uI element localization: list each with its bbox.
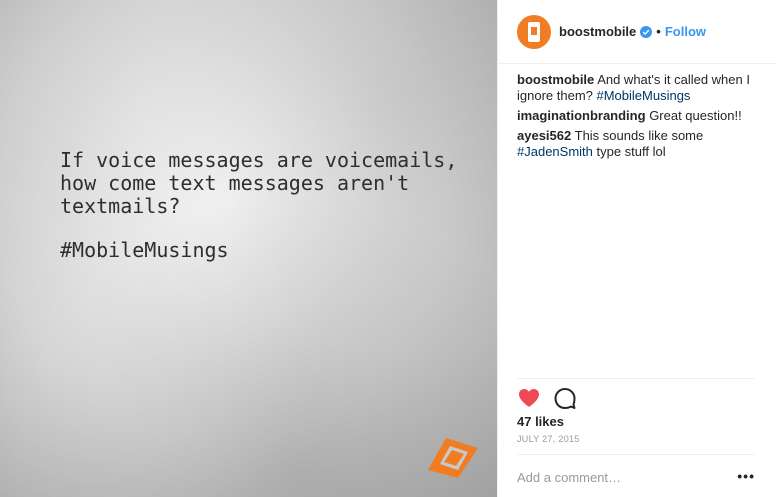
post-header: boostmobile • Follow: [498, 0, 776, 64]
separator-dot: •: [656, 24, 661, 39]
verified-badge-icon: [640, 25, 653, 38]
comments-list: boostmobile And what's it called when I …: [517, 72, 762, 164]
comment-item: boostmobile And what's it called when I …: [517, 72, 762, 104]
comment-author-link[interactable]: ayesi562: [517, 128, 571, 143]
username-link[interactable]: boostmobile: [559, 24, 636, 39]
actions-divider: [517, 378, 755, 379]
hashtag-link[interactable]: #MobileMusings: [597, 88, 691, 103]
hashtag-link[interactable]: #JadenSmith: [517, 144, 593, 159]
post-photo[interactable]: If voice messages are voicemails, how co…: [0, 0, 497, 497]
add-comment-bar: •••: [517, 454, 755, 497]
comment-author-link[interactable]: boostmobile: [517, 72, 594, 87]
comment-item: imaginationbranding Great question!!: [517, 108, 762, 124]
heart-icon[interactable]: [517, 386, 541, 410]
comment-item: ayesi562 This sounds like some #JadenSmi…: [517, 128, 762, 160]
comment-input[interactable]: [517, 467, 717, 485]
comment-bubble-icon[interactable]: [553, 386, 577, 410]
likes-count[interactable]: 47 likes: [517, 414, 564, 429]
photo-quote-text: If voice messages are voicemails, how co…: [60, 148, 458, 218]
comment-text: This sounds like some: [574, 128, 704, 143]
photo-hashtag-text: #MobileMusings: [60, 238, 229, 262]
follow-button[interactable]: Follow: [665, 24, 706, 39]
comment-text: Great question!!: [649, 108, 742, 123]
comment-text-after: type stuff lol: [592, 144, 666, 159]
boost-mobile-logo-icon[interactable]: [517, 14, 551, 49]
instagram-post: If voice messages are voicemails, how co…: [0, 0, 776, 497]
more-options-button[interactable]: •••: [737, 468, 755, 484]
post-side-panel: boostmobile • Follow boostmobile And wha…: [497, 0, 776, 497]
post-date[interactable]: JULY 27, 2015: [517, 434, 580, 444]
comment-author-link[interactable]: imaginationbranding: [517, 108, 646, 123]
boost-logo-icon: [428, 438, 478, 478]
actions-row: [517, 386, 577, 410]
